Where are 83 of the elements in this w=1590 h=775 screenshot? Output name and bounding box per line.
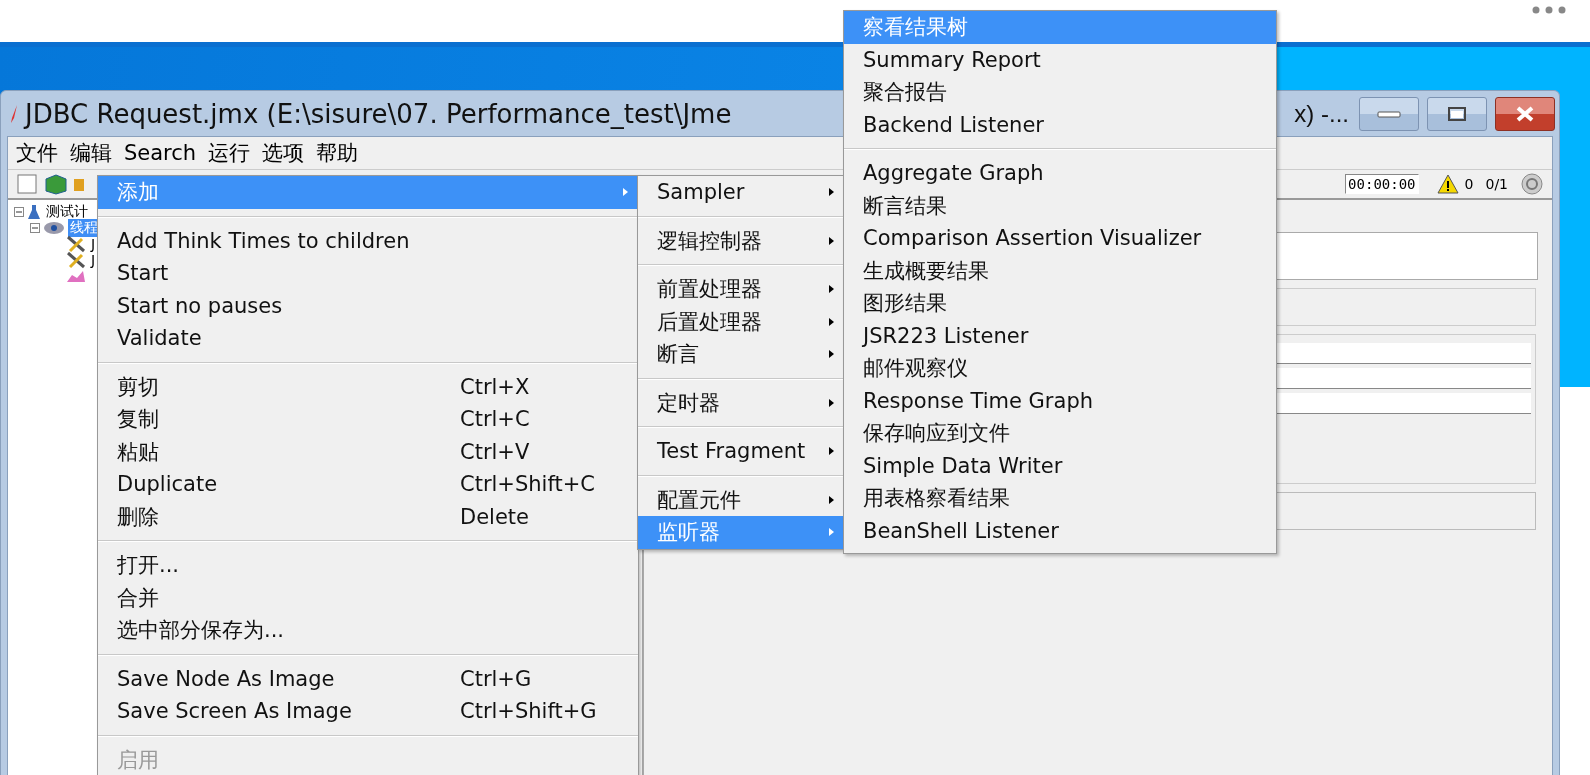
menu-bar-item[interactable]: Search [124, 141, 197, 165]
tree-item[interactable]: 测试计 [44, 203, 90, 221]
shortcut-label: Ctrl+V [460, 438, 530, 466]
timer-field: 00:00:00 [1345, 174, 1419, 194]
menu-item[interactable]: Comparison Assertion Visualizer [844, 222, 1276, 255]
menu-item[interactable]: Start no pauses [98, 289, 638, 322]
submenu-arrow-icon [829, 188, 834, 196]
submenu-arrow-icon [829, 236, 834, 245]
menu-item[interactable]: Test Fragment [638, 435, 844, 468]
menu-item[interactable]: Save Screen As Image Ctrl+Shift+G [98, 695, 638, 728]
more-icon[interactable] [1532, 6, 1566, 14]
menu-item[interactable]: 选中部分保存为... [98, 614, 638, 647]
menu-item[interactable]: Validate [98, 322, 638, 355]
shortcut-label: Delete [460, 503, 529, 531]
shortcut-label: Ctrl+X [460, 373, 530, 401]
menu-item[interactable]: 剪切 Ctrl+X [98, 370, 638, 403]
menu-item[interactable]: 图形结果 [844, 287, 1276, 320]
menu-item[interactable]: 聚合报告 [844, 76, 1276, 109]
menu-item[interactable]: 生成概要结果 [844, 254, 1276, 287]
submenu-arrow-icon [829, 350, 834, 358]
menu-item[interactable]: Summary Report [844, 43, 1276, 76]
close-button[interactable] [1495, 96, 1555, 131]
menu-item[interactable]: Aggregate Graph [844, 157, 1276, 190]
menu-item[interactable]: Backend Listener [844, 108, 1276, 141]
submenu-arrow-icon [829, 447, 834, 455]
tool-icon [66, 235, 86, 253]
menu-item[interactable]: 删除 Delete [98, 500, 638, 533]
menu-item[interactable]: 粘贴 Ctrl+V [98, 435, 638, 468]
menu-item[interactable]: 断言 [638, 338, 844, 371]
submenu-arrow-icon [829, 528, 834, 536]
menu-item[interactable]: 配置元件 [638, 483, 844, 516]
shortcut-label: Ctrl+C [460, 406, 530, 433]
menu-item[interactable]: 用表格察看结果 [844, 482, 1276, 515]
submenu-arrow-icon [829, 495, 834, 504]
maximize-icon [1447, 105, 1467, 122]
menu-item[interactable]: 合并 [98, 581, 638, 614]
collapse-icon[interactable] [30, 223, 40, 233]
menu-item[interactable]: Start [98, 257, 638, 290]
menu-item[interactable]: Save Node As Image Ctrl+G [98, 662, 638, 695]
menu-item[interactable]: Add Think Times to children [98, 224, 638, 257]
shortcut-label: Ctrl+Shift+G [460, 698, 597, 725]
tree-item[interactable]: J [89, 252, 98, 268]
menu-item[interactable]: Simple Data Writer [844, 449, 1276, 482]
menu-item[interactable]: 保存响应到文件 [844, 417, 1276, 450]
window-title: JDBC Request.jmx (E:\sisure\07. Performance_test\Jme [25, 98, 732, 129]
flask-icon [27, 204, 41, 220]
menu-item[interactable]: Response Time Graph [844, 384, 1276, 417]
thread-count: 0/1 [1485, 176, 1508, 192]
feather-icon [9, 103, 19, 124]
shortcut-label: Ctrl+Shift+C [460, 471, 595, 498]
shortcut-label: Ctrl+G [460, 665, 532, 693]
menu-item[interactable]: 打开... [98, 549, 638, 582]
menu-item[interactable]: 逻辑控制器 [638, 224, 844, 257]
new-file-icon[interactable] [16, 173, 38, 195]
collapse-icon[interactable] [14, 207, 24, 217]
menu-bar-item[interactable]: 帮助 [316, 139, 359, 167]
menu-bar-item[interactable]: 编辑 [70, 139, 112, 167]
menu-item[interactable]: BeanShell Listener [844, 514, 1276, 547]
minimize-button[interactable] [1359, 96, 1419, 131]
submenu-arrow-icon [829, 398, 834, 407]
chart-icon [66, 269, 86, 283]
menu-item[interactable]: 定时器 [638, 386, 844, 419]
menu-item[interactable]: Sampler [638, 176, 844, 209]
menu-item[interactable]: 后置处理器 [638, 305, 844, 338]
menu-item[interactable]: 邮件观察仪 [844, 352, 1276, 385]
tool-icon [66, 251, 86, 269]
submenu-arrow-icon [829, 317, 834, 326]
menu-bar-item[interactable]: 运行 [208, 139, 251, 167]
warning-count: 0 [1464, 176, 1474, 192]
menu-bar-item[interactable]: 文件 [16, 139, 58, 167]
menu-item[interactable]: Duplicate Ctrl+Shift+C [98, 468, 638, 501]
submenu-arrow-icon [829, 285, 834, 293]
warning-icon[interactable] [1436, 174, 1459, 194]
menu-item[interactable]: 前置处理器 [638, 273, 844, 306]
menu-bar-item[interactable]: 选项 [262, 139, 305, 167]
menu-item[interactable]: JSR223 Listener [844, 319, 1276, 352]
close-icon [1514, 104, 1536, 123]
maximize-button[interactable] [1427, 96, 1487, 131]
menu-item[interactable]: 复制 Ctrl+C [98, 403, 638, 436]
window-title: x) -... [1294, 99, 1349, 128]
menu-item[interactable]: 断言结果 [844, 189, 1276, 222]
tree-item[interactable]: J [89, 236, 98, 252]
minimize-icon [1376, 108, 1402, 119]
